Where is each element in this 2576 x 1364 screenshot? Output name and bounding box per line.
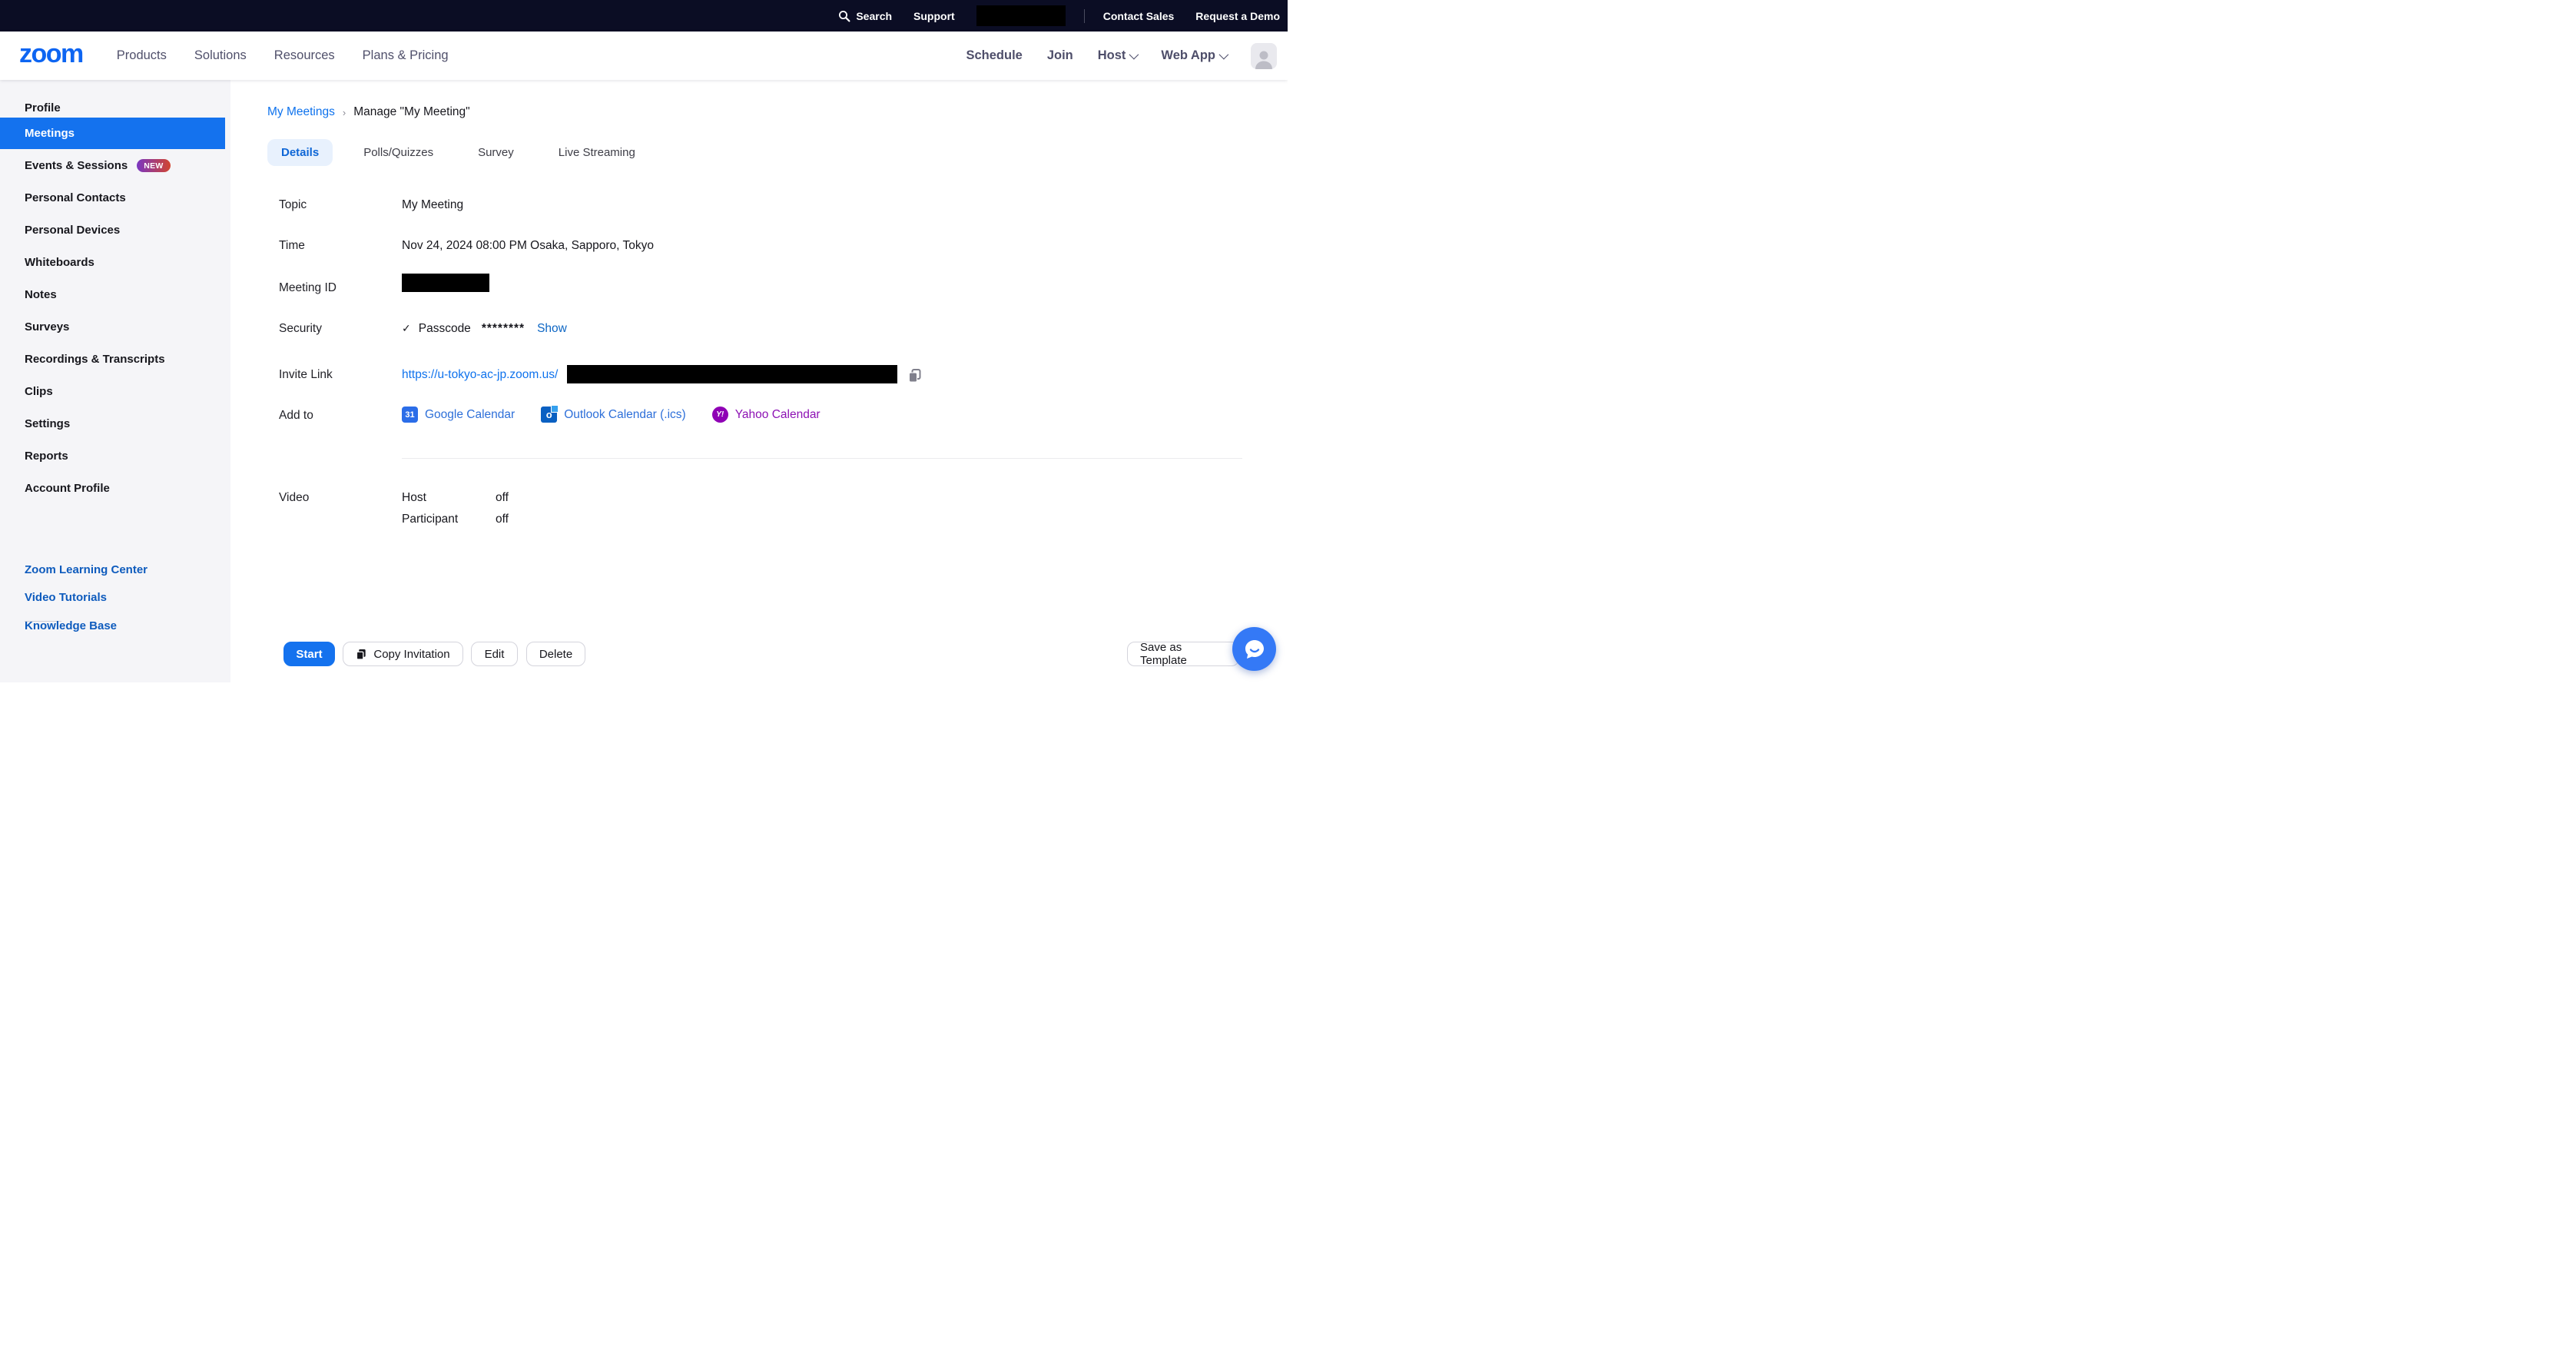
meeting-id-label: Meeting ID: [279, 281, 337, 295]
sidebar-item-account-profile[interactable]: Account Profile: [0, 473, 225, 504]
top-utility-bar: Search Support Contact Sales Request a D…: [0, 0, 1288, 32]
web-app-menu[interactable]: Web App: [1161, 48, 1226, 63]
section-divider: [402, 458, 1242, 459]
security-value: ✓ Passcode ******** Show: [402, 322, 567, 336]
breadcrumb: My Meetings › Manage "My Meeting": [267, 105, 470, 119]
sidebar-item-meetings[interactable]: Meetings: [0, 118, 225, 149]
sidebar-item-reports[interactable]: Reports: [0, 440, 225, 472]
start-button[interactable]: Start: [283, 642, 335, 666]
sidebar-item-notes[interactable]: Notes: [0, 279, 225, 310]
search-label: Search: [856, 10, 892, 22]
video-participant-label: Participant: [402, 513, 458, 526]
copy-invitation-button[interactable]: Copy Invitation: [343, 642, 463, 666]
yahoo-calendar-icon: Y!: [712, 407, 728, 423]
new-badge: NEW: [137, 159, 170, 172]
sidebar-item-settings[interactable]: Settings: [0, 408, 225, 440]
save-as-template-button[interactable]: Save as Template: [1127, 642, 1239, 666]
sidebar: Profile Meetings Events & SessionsNEW Pe…: [0, 80, 230, 682]
sidebar-item-surveys[interactable]: Surveys: [0, 311, 225, 343]
page-title: Manage "My Meeting": [353, 105, 469, 119]
video-label: Video: [279, 491, 309, 505]
yahoo-calendar-link[interactable]: Y! Yahoo Calendar: [712, 407, 821, 423]
sidebar-item-events-sessions[interactable]: Events & SessionsNEW: [0, 150, 225, 181]
action-bar: Start Copy Invitation Edit Delete Save a…: [230, 544, 1288, 682]
sidebar-link-video-tutorials[interactable]: Video Tutorials: [25, 591, 107, 604]
tab-details[interactable]: Details: [267, 139, 333, 166]
main-nav: zoom Products Solutions Resources Plans …: [0, 32, 1288, 80]
redacted-account-info: [976, 5, 1066, 26]
zoom-web-portal: Search Support Contact Sales Request a D…: [0, 0, 1288, 682]
passcode-mask: ********: [482, 322, 525, 335]
redacted-invite-link: [567, 365, 897, 383]
security-label: Security: [279, 322, 322, 336]
sidebar-item-clips[interactable]: Clips: [0, 376, 225, 407]
google-calendar-icon: 31: [402, 407, 418, 423]
delete-button[interactable]: Delete: [526, 642, 585, 666]
redacted-meeting-id: [402, 274, 489, 292]
contact-sales-link[interactable]: Contact Sales: [1103, 10, 1175, 22]
sidebar-link-zoom-learning-center[interactable]: Zoom Learning Center: [25, 563, 148, 576]
tab-live-streaming[interactable]: Live Streaming: [545, 139, 649, 166]
search-icon: [838, 10, 850, 22]
chevron-down-icon: [1219, 50, 1229, 60]
search-button[interactable]: Search: [838, 10, 892, 22]
breadcrumb-my-meetings[interactable]: My Meetings: [267, 105, 335, 119]
request-demo-link[interactable]: Request a Demo: [1195, 10, 1280, 22]
time-label: Time: [279, 239, 305, 253]
tab-survey[interactable]: Survey: [464, 139, 528, 166]
edit-button[interactable]: Edit: [471, 642, 518, 666]
chat-support-button[interactable]: [1232, 627, 1276, 671]
person-icon: [1254, 48, 1274, 69]
sidebar-link-knowledge-base[interactable]: Knowledge Base: [25, 619, 117, 632]
copy-invite-link-button[interactable]: [908, 369, 922, 383]
join-link[interactable]: Join: [1047, 48, 1073, 63]
breadcrumb-separator-icon: ›: [343, 107, 346, 118]
video-host-value: off: [496, 491, 509, 505]
video-host-label: Host: [402, 491, 426, 505]
chevron-down-icon: [1129, 50, 1139, 60]
nav-plans-pricing[interactable]: Plans & Pricing: [363, 48, 449, 63]
tab-bar: Details Polls/Quizzes Survey Live Stream…: [267, 139, 666, 166]
host-menu[interactable]: Host: [1098, 48, 1137, 63]
topbar-divider: [1084, 9, 1085, 23]
nav-actions: Schedule Join Host Web App: [966, 43, 1277, 69]
time-value: Nov 24, 2024 08:00 PM Osaka, Sapporo, To…: [402, 239, 654, 253]
chat-bubble-icon: [1243, 638, 1266, 661]
nav-resources[interactable]: Resources: [274, 48, 335, 63]
topic-value: My Meeting: [402, 198, 463, 212]
nav-links: Products Solutions Resources Plans & Pri…: [117, 48, 449, 63]
copy-icon: [356, 649, 367, 660]
nav-products[interactable]: Products: [117, 48, 167, 63]
google-calendar-link[interactable]: 31 Google Calendar: [402, 407, 515, 423]
passcode-label: Passcode: [419, 322, 471, 335]
user-avatar[interactable]: [1251, 43, 1277, 69]
sidebar-item-personal-contacts[interactable]: Personal Contacts: [0, 182, 225, 214]
outlook-calendar-icon: o: [541, 407, 557, 423]
zoom-logo[interactable]: zoom: [19, 39, 83, 69]
video-participant-value: off: [496, 513, 509, 526]
outlook-calendar-link[interactable]: o Outlook Calendar (.ics): [541, 407, 686, 423]
copy-icon: [908, 369, 922, 383]
show-passcode-link[interactable]: Show: [537, 322, 567, 335]
support-link[interactable]: Support: [913, 10, 955, 22]
sidebar-item-personal-devices[interactable]: Personal Devices: [0, 214, 225, 246]
topic-label: Topic: [279, 198, 307, 212]
invite-link-url[interactable]: https://u-tokyo-ac-jp.zoom.us/: [402, 368, 558, 382]
nav-solutions[interactable]: Solutions: [194, 48, 247, 63]
sidebar-item-recordings-transcripts[interactable]: Recordings & Transcripts: [0, 343, 225, 375]
sidebar-item-whiteboards[interactable]: Whiteboards: [0, 247, 225, 278]
add-to-label: Add to: [279, 409, 313, 423]
add-to-calendars: 31 Google Calendar o Outlook Calendar (.…: [402, 407, 821, 423]
schedule-link[interactable]: Schedule: [966, 48, 1022, 63]
tab-polls-quizzes[interactable]: Polls/Quizzes: [350, 139, 447, 166]
invite-link-label: Invite Link: [279, 368, 333, 382]
check-icon: ✓: [402, 322, 411, 334]
